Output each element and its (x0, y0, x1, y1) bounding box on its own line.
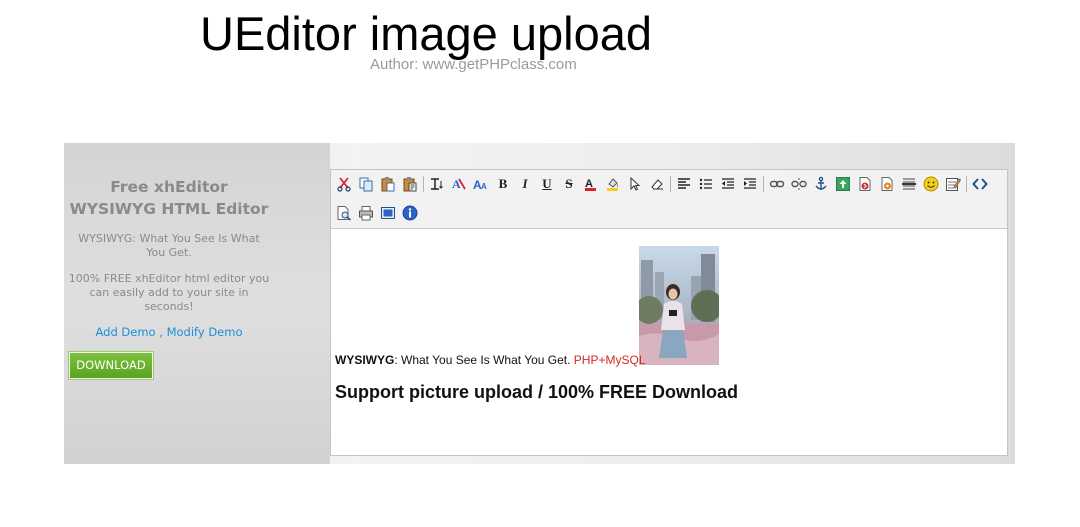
sidebar-description-2: 100% FREE xhEditor html editor you can e… (64, 272, 274, 314)
wysiwyg-label: WYSIWYG (335, 353, 395, 367)
copy-icon[interactable] (356, 174, 376, 194)
toolbar-row-1: A AA B I U S A (334, 173, 992, 195)
content-line-1: WYSIWYG: What You See Is What You Get. P… (335, 353, 646, 367)
demo-links: Add Demo , Modify Demo (64, 325, 274, 339)
toolbar-separator (670, 176, 671, 192)
xheditor: A AA B I U S A WYSIWYG: What You See Is … (330, 169, 1008, 456)
svg-text:A: A (481, 182, 487, 191)
flash-icon[interactable] (855, 174, 875, 194)
add-demo-link[interactable]: Add Demo (96, 325, 156, 339)
print-icon[interactable] (356, 203, 376, 223)
download-button[interactable]: DOWNLOAD (68, 351, 154, 380)
background-color-icon[interactable] (603, 174, 623, 194)
bold-icon[interactable]: B (493, 174, 513, 194)
php-mysql-text: PHP+MySQL (573, 353, 646, 367)
sidebar-title: Free xhEditor WYSIWYG HTML Editor (64, 176, 274, 220)
sidebar-desc2-line1: 100% FREE xhEditor html editor you (68, 272, 270, 285)
toolbar-separator (763, 176, 764, 192)
toolbar-row-2 (334, 202, 422, 224)
source-icon[interactable] (970, 174, 990, 194)
content-line-2: Support picture upload / 100% FREE Downl… (335, 382, 739, 402)
sidebar-desc2-line3: seconds! (144, 300, 194, 313)
wysiwyg-description: : What You See Is What You Get. (394, 353, 574, 367)
indent-icon[interactable] (740, 174, 760, 194)
cut-icon[interactable] (334, 174, 354, 194)
select-all-icon[interactable] (625, 174, 645, 194)
table-icon[interactable] (943, 174, 963, 194)
media-icon[interactable] (877, 174, 897, 194)
emoticon-icon[interactable] (921, 174, 941, 194)
image-icon[interactable] (833, 174, 853, 194)
font-size-icon[interactable]: AA (471, 174, 491, 194)
unlink-icon[interactable] (789, 174, 809, 194)
sidebar-description-1: WYSIWYG: What You See Is What You Get. (64, 232, 274, 260)
font-color-icon[interactable]: A (581, 174, 601, 194)
sidebar-title-line1: Free xhEditor (110, 178, 228, 196)
align-icon[interactable] (674, 174, 694, 194)
sidebar-title-line2: WYSIWYG HTML Editor (69, 200, 269, 218)
italic-icon[interactable]: I (515, 174, 535, 194)
anchor-icon[interactable] (811, 174, 831, 194)
editor-toolbar: A AA B I U S A (331, 170, 1007, 229)
toolbar-separator (966, 176, 967, 192)
font-family-icon[interactable]: A (449, 174, 469, 194)
fullscreen-icon[interactable] (378, 203, 398, 223)
sidebar-desc2-line2: can easily add to your site in (89, 286, 249, 299)
modify-demo-link[interactable]: Modify Demo (167, 325, 243, 339)
link-icon[interactable] (767, 174, 787, 194)
strikethrough-icon[interactable]: S (559, 174, 579, 194)
link-separator: , (155, 325, 167, 339)
list-icon[interactable] (696, 174, 716, 194)
author-line: Author: www.getPHPclass.com (370, 56, 577, 73)
about-icon[interactable] (400, 203, 420, 223)
outdent-icon[interactable] (718, 174, 738, 194)
toolbar-separator (423, 176, 424, 192)
page-title: UEditor image upload (200, 7, 652, 60)
remove-format-icon[interactable] (647, 174, 667, 194)
underline-icon[interactable]: U (537, 174, 557, 194)
paste-icon[interactable] (378, 174, 398, 194)
editor-content[interactable]: WYSIWYG: What You See Is What You Get. P… (331, 229, 1007, 455)
paste-text-icon[interactable] (400, 174, 420, 194)
sidebar-desc1-line1: WYSIWYG: What You See Is What (78, 232, 260, 245)
uploaded-photo (639, 246, 719, 365)
sidebar-desc1-line2: You Get. (146, 246, 192, 259)
preview-icon[interactable] (334, 203, 354, 223)
block-format-icon[interactable] (427, 174, 447, 194)
horizontal-rule-icon[interactable] (899, 174, 919, 194)
